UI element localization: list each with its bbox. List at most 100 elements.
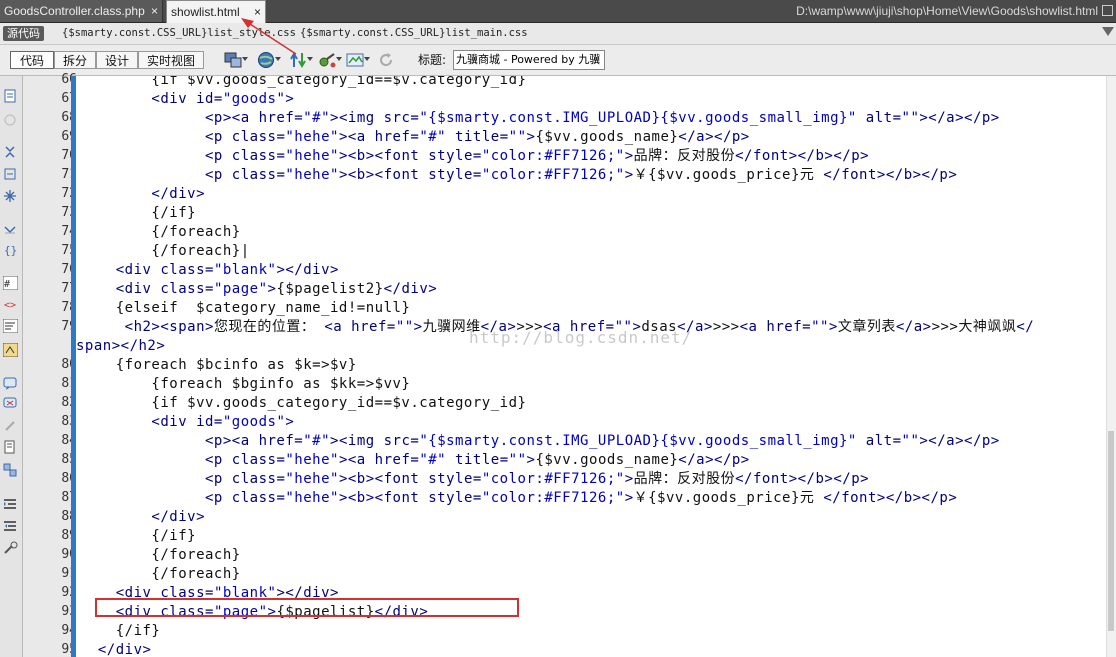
line-number: 83 [61, 414, 77, 429]
code-editor[interactable]: http://blog.csdn.net/ {if $vv.goods_cate… [71, 76, 1107, 657]
line-number: 80 [61, 357, 77, 372]
debug-icon[interactable] [318, 51, 342, 69]
multiscreen-icon[interactable] [224, 51, 248, 69]
code-line[interactable]: <div id="goods"> [80, 413, 294, 432]
code-line[interactable]: span></h2> [76, 337, 165, 356]
code-token: </a></p> [678, 452, 750, 468]
related-file-list-style[interactable]: {$smarty.const.CSS_URL}list_style.css [62, 23, 296, 44]
design-view-button[interactable]: 设计 [96, 51, 138, 69]
code-token: "" [901, 110, 920, 126]
move-css-icon[interactable] [3, 462, 18, 477]
code-line[interactable]: </div> [80, 641, 151, 657]
show-code-navigator-icon[interactable] [3, 112, 18, 126]
scrollbar-thumb[interactable] [1108, 431, 1114, 631]
word-wrap-icon[interactable] [2, 318, 19, 334]
balance-braces-icon[interactable]: {} [3, 242, 18, 257]
split-view-button[interactable]: 拆分 [54, 51, 96, 69]
highlight-invalid-code-icon[interactable]: <> [3, 296, 18, 311]
refresh-icon[interactable] [377, 51, 395, 69]
code-line[interactable]: </div> [80, 185, 205, 204]
line-number-gutter: 66 67 68 69 70 71 72 73 74 75 76 77 78 79 80 81 82 83 84 85… [23, 72, 77, 657]
indent-code-icon[interactable] [3, 496, 18, 510]
code-token: <img [338, 110, 384, 126]
code-token: <div [80, 281, 161, 297]
code-line[interactable]: <p class="hehe"><b><font style="color:#F… [80, 470, 869, 489]
tab-goodscontroller[interactable]: GoodsController.class.php × [0, 0, 163, 22]
code-token: <p [80, 148, 232, 164]
tab-showlist[interactable]: showlist.html × [166, 0, 266, 23]
source-code-button[interactable]: 源代码 [3, 26, 44, 41]
code-line[interactable]: {/if} [80, 204, 196, 223]
restore-window-icon[interactable] [1102, 5, 1113, 16]
code-token: href= [374, 452, 420, 468]
open-documents-icon[interactable] [3, 88, 18, 103]
code-token: id= [196, 91, 223, 107]
code-line[interactable]: {/foreach}| [80, 242, 250, 261]
vertical-scrollbar[interactable] [1106, 76, 1116, 657]
code-line[interactable]: </div> [80, 508, 205, 527]
code-line[interactable]: {/foreach} [80, 223, 241, 242]
visual-aids-icon[interactable] [346, 51, 370, 69]
line-number: 67 [61, 91, 77, 106]
highlight-box [95, 598, 519, 617]
filter-icon[interactable] [1102, 27, 1114, 36]
document-title-input[interactable]: 九骥商城 - Powered by 九骥 [453, 50, 605, 70]
apply-comment-icon[interactable] [3, 376, 18, 390]
code-line[interactable]: <div class="blank"></div> [80, 261, 339, 280]
wrap-tag-icon[interactable] [3, 418, 18, 432]
code-line[interactable]: {if $vv.goods_category_id==$v.category_i… [80, 76, 526, 90]
line-number: 89 [61, 528, 77, 543]
code-token: style= [428, 490, 482, 506]
code-line[interactable]: {if $vv.goods_category_id==$v.category_i… [80, 394, 526, 413]
code-view-button[interactable]: 代码 [10, 51, 54, 69]
code-token: ></a></p> [919, 433, 1000, 449]
code-line[interactable]: <div id="goods"> [80, 90, 294, 109]
code-token: 品牌：反对股份 [633, 148, 736, 164]
recent-snippets-icon[interactable] [3, 439, 18, 454]
code-token: <div [80, 262, 161, 278]
code-token: id= [196, 414, 223, 430]
code-line[interactable]: {elseif $category_name_id!=null} [80, 299, 410, 318]
expand-all-icon[interactable] [3, 188, 18, 202]
outdent-code-icon[interactable] [3, 518, 18, 532]
syntax-coloring-icon[interactable] [2, 342, 19, 358]
code-line[interactable]: <div class="page">{$pagelist2}</div> [80, 280, 437, 299]
file-transfer-icon[interactable] [289, 51, 313, 69]
code-token: > [285, 91, 295, 107]
close-icon[interactable]: × [151, 0, 158, 22]
code-line[interactable]: <h2><span>您现在的位置： <a href="">九骥网维</a>>>>… [80, 318, 1034, 337]
code-token: </font></b></p> [823, 490, 958, 506]
code-line[interactable]: {foreach $bginfo as $kk=>$vv} [80, 375, 410, 394]
code-line[interactable]: {/if} [80, 622, 160, 641]
code-line[interactable]: {/foreach} [80, 565, 241, 584]
code-token: 文章列表 [837, 319, 896, 335]
code-line[interactable]: <p><a href="#"><img src="{$smarty.const.… [80, 109, 1000, 128]
code-line[interactable]: <p class="hehe"><a href="#" title="">{$v… [80, 451, 750, 470]
code-token: {elseif $category_name_id!=null} [80, 300, 411, 316]
line-number: 77 [61, 281, 77, 296]
collapse-selection-icon[interactable] [3, 166, 18, 180]
related-files-bar: 源代码 {$smarty.const.CSS_URL}list_style.cs… [0, 23, 1116, 45]
code-token: class= [231, 490, 286, 506]
close-icon[interactable]: × [254, 1, 261, 23]
code-token: {if $vv.goods_category_id==$v.category_i… [80, 395, 527, 411]
code-line[interactable]: <p class="hehe"><b><font style="color:#F… [80, 489, 957, 508]
related-file-list-main[interactable]: {$smarty.const.CSS_URL}list_main.css [300, 23, 528, 44]
code-line[interactable]: {/foreach} [80, 546, 241, 565]
code-line[interactable]: <p><a href="#"><img src="{$smarty.const.… [80, 432, 1000, 451]
code-token: ￥{$vv.goods_price}元 [633, 490, 824, 506]
code-line[interactable]: <p class="hehe"><b><font style="color:#F… [80, 166, 957, 185]
select-parent-tag-icon[interactable] [3, 222, 18, 236]
code-line[interactable]: <p class="hehe"><a href="#" title="">{$v… [80, 128, 750, 147]
preview-globe-icon[interactable] [257, 51, 281, 69]
live-view-button[interactable]: 实时视图 [138, 51, 204, 69]
code-line[interactable]: {/if} [80, 527, 196, 546]
remove-comment-icon[interactable] [3, 396, 18, 410]
format-source-icon[interactable] [3, 540, 18, 554]
code-line[interactable]: <p class="hehe"><b><font style="color:#F… [80, 147, 869, 166]
code-line[interactable]: {foreach $bcinfo as $k=>$v} [80, 356, 357, 375]
line-numbers-icon[interactable]: # [2, 275, 19, 291]
collapse-full-tag-icon[interactable] [3, 144, 18, 158]
line-number: 75 [61, 243, 77, 258]
code-token: ><a [338, 129, 375, 145]
